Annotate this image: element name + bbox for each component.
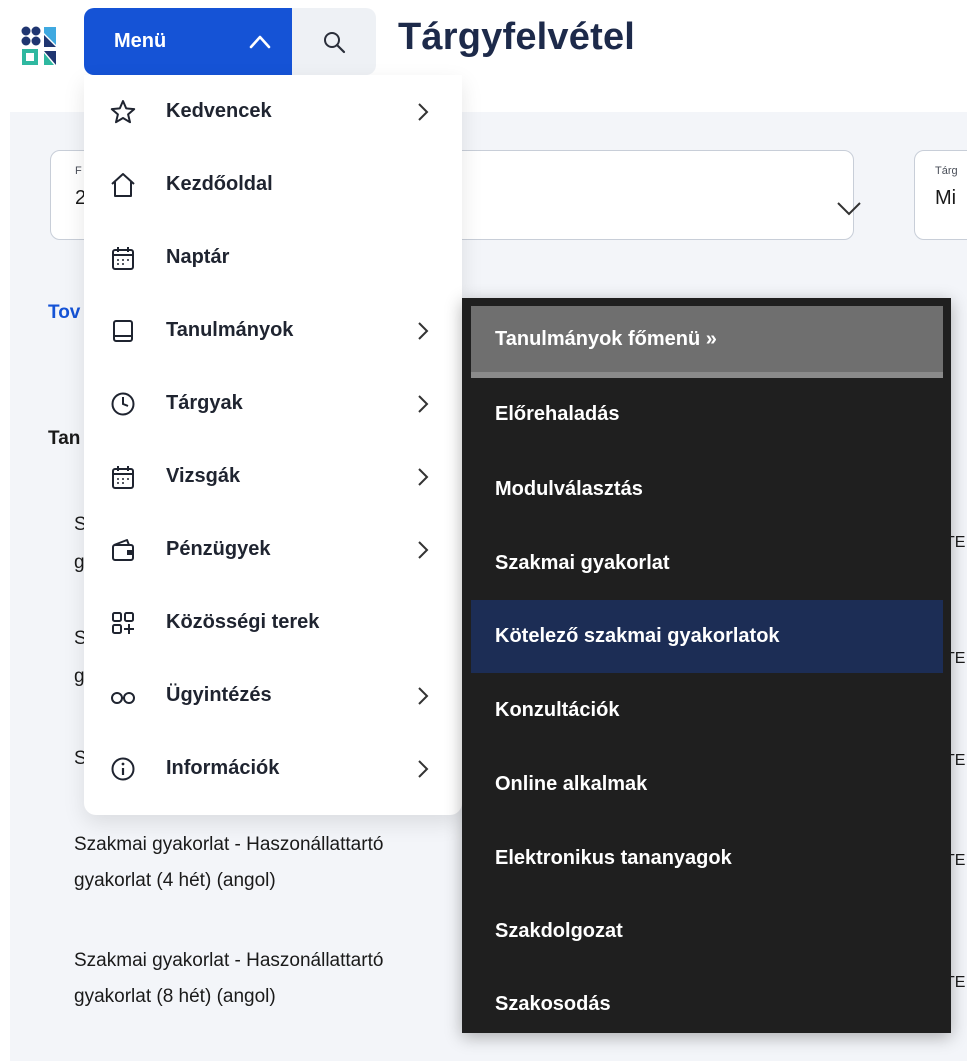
chevron-right-icon <box>418 102 429 121</box>
row-title-line2: g <box>74 552 85 573</box>
calendar-icon <box>108 243 138 273</box>
chevron-right-icon <box>418 394 429 413</box>
menu-button[interactable]: Menü <box>84 8 292 75</box>
menu-item-label: Információk <box>166 757 280 779</box>
submenu-item-konzultaciok[interactable]: Konzultációk <box>471 674 943 747</box>
tanulmanyok-submenu: Tanulmányok főmenü » Előrehaladás Modulv… <box>462 298 951 1033</box>
chevron-up-icon <box>249 35 271 49</box>
menu-item-label: Kedvencek <box>166 100 272 122</box>
wallet-icon <box>108 535 138 565</box>
menu-button-label: Menü <box>114 30 167 52</box>
menu-item-kedvencek[interactable]: Kedvencek <box>84 75 462 148</box>
home-icon <box>108 170 138 200</box>
submenu-item-modulvalasztas[interactable]: Modulválasztás <box>471 453 943 526</box>
menu-item-label: Ügyintézés <box>166 684 272 706</box>
glasses-icon <box>108 681 138 711</box>
menu-item-ugyintezes[interactable]: Ügyintézés <box>84 659 462 732</box>
menu-item-label: Tanulmányok <box>166 319 294 341</box>
menu-item-label: Naptár <box>166 246 230 268</box>
star-icon <box>108 97 138 127</box>
grid-plus-icon <box>108 608 138 638</box>
app-root: F 2 Tárg Mi Tov Tan S g TE S g TE S TE S… <box>0 0 967 1061</box>
book-icon <box>108 316 138 346</box>
submenu-item-elorehaladas[interactable]: Előrehaladás <box>471 378 943 451</box>
menu-item-kozossegi-terek[interactable]: Közösségi terek <box>84 586 462 659</box>
chevron-right-icon <box>418 467 429 486</box>
submenu-item-elektronikus-tananyagok[interactable]: Elektronikus tananyagok <box>471 822 943 895</box>
menu-item-tanulmanyok[interactable]: Tanulmányok <box>84 294 462 367</box>
row-title-line1: Szakmai gyakorlat - Haszonállattartó <box>74 834 384 855</box>
clock-icon <box>108 389 138 419</box>
menu-item-naptar[interactable]: Naptár <box>84 221 462 294</box>
menu-item-vizsgak[interactable]: Vizsgák <box>84 440 462 513</box>
menu-item-label: Közösségi terek <box>166 611 320 633</box>
menu-item-kezdooldal[interactable]: Kezdőoldal <box>84 148 462 221</box>
submenu-header-link[interactable]: Tanulmányok főmenü » <box>471 306 943 372</box>
chevron-right-icon <box>418 759 429 778</box>
row-title-line2: gyakorlat (8 hét) (angol) <box>74 986 276 1007</box>
row-title-line2: gyakorlat (4 hét) (angol) <box>74 870 276 891</box>
calendar-icon <box>108 462 138 492</box>
search-icon <box>324 31 346 53</box>
more-link[interactable]: Tov <box>48 302 80 324</box>
subject-select-value: Mi <box>935 187 957 209</box>
subject-select[interactable]: Tárg Mi <box>914 150 967 240</box>
menu-item-informaciok[interactable]: Információk <box>84 732 462 805</box>
chevron-down-icon <box>837 202 861 216</box>
submenu-item-online-alkalmak[interactable]: Online alkalmak <box>471 748 943 821</box>
submenu-item-szakosodas[interactable]: Szakosodás <box>471 968 943 1041</box>
chevron-right-icon <box>418 540 429 559</box>
subject-select-label: Tárg <box>935 165 958 177</box>
menu-item-label: Tárgyak <box>166 392 243 414</box>
menu-item-label: Kezdőoldal <box>166 173 273 195</box>
app-logo-icon[interactable] <box>20 25 62 67</box>
submenu-item-szakmai-gyakorlat[interactable]: Szakmai gyakorlat <box>471 527 943 600</box>
row-title-line1: Szakmai gyakorlat - Haszonállattartó <box>74 950 384 971</box>
menu-item-label: Pénzügyek <box>166 538 271 560</box>
row-title-line2: g <box>74 666 85 687</box>
chevron-right-icon <box>418 321 429 340</box>
submenu-item-szakdolgozat[interactable]: Szakdolgozat <box>471 895 943 968</box>
chevron-right-icon <box>418 686 429 705</box>
period-select-label: F <box>75 165 82 177</box>
menu-item-label: Vizsgák <box>166 465 241 487</box>
menu-item-penzugyek[interactable]: Pénzügyek <box>84 513 462 586</box>
info-icon <box>108 754 138 784</box>
menu-item-targyak[interactable]: Tárgyak <box>84 367 462 440</box>
search-button[interactable] <box>292 8 376 75</box>
section-label: Tan <box>48 428 81 449</box>
page-title: Tárgyfelvétel <box>398 16 636 58</box>
main-menu-dropdown: Kedvencek Kezdőoldal Naptár Tanulmányok <box>84 75 462 815</box>
submenu-item-kotelezo-szakmai-gyakorlatok[interactable]: Kötelező szakmai gyakorlatok <box>471 600 943 673</box>
